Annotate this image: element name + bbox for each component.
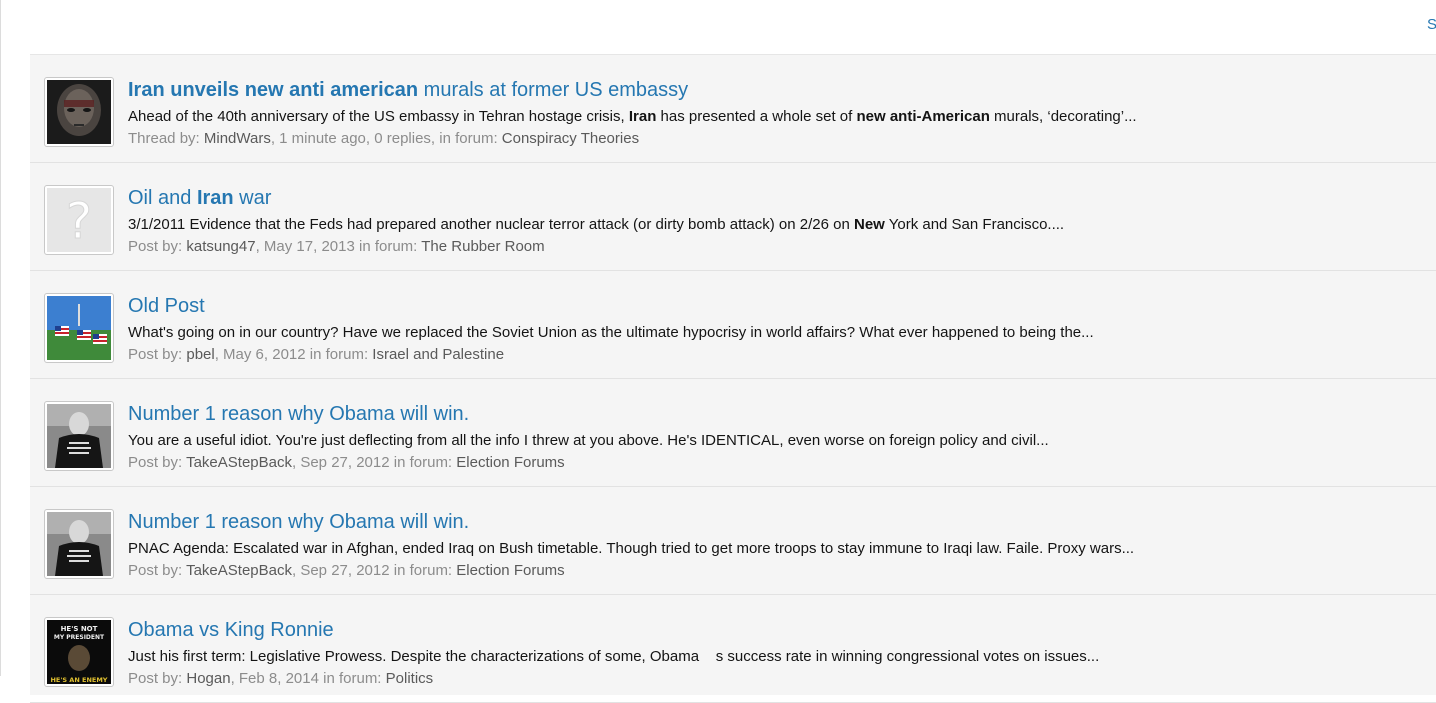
forum-link[interactable]: Conspiracy Theories xyxy=(502,130,639,147)
result-title-link[interactable]: Number 1 reason why Obama will win. xyxy=(128,401,469,427)
meta-date: , Feb 8, 2014 in forum: xyxy=(230,670,386,687)
result-snippet: Ahead of the 40th anniversary of the US … xyxy=(128,107,1137,127)
meta-date: , 1 minute ago, 0 replies, in forum: xyxy=(270,130,502,147)
result-snippet: 3/1/2011 Evidence that the Feds had prep… xyxy=(128,215,1064,235)
author-link[interactable]: TakeAStepBack xyxy=(186,562,292,579)
result-title-text: Number 1 reason why Obama will win. xyxy=(128,403,470,425)
author-link[interactable]: katsung47 xyxy=(186,238,255,255)
meta-label: Post by: xyxy=(128,346,187,363)
result-title-highlight: Iran unveils new anti american xyxy=(128,79,419,101)
result-snippet-text: 3/1/2011 Evidence that the Feds had prep… xyxy=(128,216,854,233)
flags-avatar[interactable] xyxy=(44,293,114,363)
result-meta: Thread by: MindWars, 1 minute ago, 0 rep… xyxy=(128,129,639,149)
meta-date: , Sep 27, 2012 in forum: xyxy=(292,562,457,579)
search-result: Old Post What's going on in our country?… xyxy=(30,271,1436,379)
result-title-text: Number 1 reason why Obama will win. xyxy=(128,511,470,533)
result-snippet: Just his first term: Legislative Prowess… xyxy=(128,647,1099,667)
result-title-link[interactable]: Old Post xyxy=(128,293,205,319)
forum-link[interactable]: The Rubber Room xyxy=(421,238,544,255)
author-link[interactable]: MindWars xyxy=(204,130,271,147)
meta-label: Post by: xyxy=(128,562,187,579)
svg-text:?: ? xyxy=(66,192,93,250)
forum-link[interactable]: Election Forums xyxy=(456,562,564,579)
result-title-text: murals at former US embassy xyxy=(418,79,689,101)
result-snippet-text: murals, ‘decorating’... xyxy=(989,108,1137,125)
result-snippet-text: Just his first term: Legislative Prowess… xyxy=(128,648,1100,665)
result-snippet: You are a useful idiot. You're just defl… xyxy=(128,431,1049,451)
result-title-link[interactable]: Obama vs King Ronnie xyxy=(128,617,334,643)
search-result: Number 1 reason why Obama will win. PNAC… xyxy=(30,487,1436,595)
forum-link[interactable]: Election Forums xyxy=(456,454,564,471)
meta-date: , May 17, 2013 in forum: xyxy=(255,238,422,255)
meta-label: Post by: xyxy=(128,670,187,687)
result-snippet-text: What's going on in our country? Have we … xyxy=(128,324,1094,341)
search-result: HE'S NOT MY PRESIDENT HE'S AN ENEMY Obam… xyxy=(30,595,1436,703)
result-meta: Post by: TakeAStepBack, Sep 27, 2012 in … xyxy=(128,561,565,581)
result-meta: Post by: katsung47, May 17, 2013 in foru… xyxy=(128,237,545,257)
result-title-link[interactable]: Number 1 reason why Obama will win. xyxy=(128,509,469,535)
old-man-avatar[interactable] xyxy=(44,509,114,579)
result-title-text: Obama vs King Ronnie xyxy=(128,619,334,641)
poster-text-line: HE'S AN ENEMY xyxy=(50,676,107,684)
search-result: ? Oil and Iran war 3/1/2011 Evidence tha… xyxy=(30,163,1436,271)
result-title-link[interactable]: Oil and Iran war xyxy=(128,185,271,211)
meta-date: , Sep 27, 2012 in forum: xyxy=(292,454,457,471)
result-snippet-text: York and San Francisco.... xyxy=(884,216,1065,233)
dark-face-avatar[interactable] xyxy=(44,77,114,147)
author-link[interactable]: Hogan xyxy=(186,670,230,687)
meta-label: Post by: xyxy=(128,454,187,471)
meta-label: Thread by: xyxy=(128,130,204,147)
result-title-text: Old Post xyxy=(128,295,205,317)
meta-date: , May 6, 2012 in forum: xyxy=(214,346,373,363)
result-snippet-highlight: new anti-American xyxy=(856,108,990,125)
result-snippet-highlight: New xyxy=(853,216,885,233)
result-meta: Post by: TakeAStepBack, Sep 27, 2012 in … xyxy=(128,453,565,473)
left-border xyxy=(0,0,1,676)
search-result: Number 1 reason why Obama will win. You … xyxy=(30,379,1436,487)
result-snippet-text: has presented a whole set of xyxy=(656,108,857,125)
poster-avatar[interactable]: HE'S NOT MY PRESIDENT HE'S AN ENEMY xyxy=(44,617,114,687)
search-results-list: Iran unveils new anti american murals at… xyxy=(30,54,1436,703)
old-man-avatar[interactable] xyxy=(44,401,114,471)
result-title-text: war xyxy=(233,187,272,209)
top-right-link[interactable]: S xyxy=(1427,16,1436,33)
author-link[interactable]: pbel xyxy=(186,346,214,363)
result-snippet-text: You are a useful idiot. You're just defl… xyxy=(128,432,1049,449)
meta-label: Post by: xyxy=(128,238,187,255)
search-result: Iran unveils new anti american murals at… xyxy=(30,55,1436,163)
result-title-highlight: Iran xyxy=(196,187,234,209)
result-meta: Post by: pbel, May 6, 2012 in forum: Isr… xyxy=(128,345,504,365)
result-snippet-text: Ahead of the 40th anniversary of the US … xyxy=(128,108,629,125)
forum-link[interactable]: Politics xyxy=(386,670,434,687)
result-snippet-highlight: Iran xyxy=(628,108,657,125)
result-title-link[interactable]: Iran unveils new anti american murals at… xyxy=(128,77,688,103)
result-snippet: PNAC Agenda: Escalated war in Afghan, en… xyxy=(128,539,1134,559)
poster-text-line: MY PRESIDENT xyxy=(54,634,105,641)
result-snippet: What's going on in our country? Have we … xyxy=(128,323,1094,343)
question-mark-avatar[interactable]: ? xyxy=(44,185,114,255)
result-meta: Post by: Hogan, Feb 8, 2014 in forum: Po… xyxy=(128,669,433,689)
result-snippet-text: PNAC Agenda: Escalated war in Afghan, en… xyxy=(128,540,1135,557)
forum-link[interactable]: Israel and Palestine xyxy=(372,346,504,363)
poster-text-line: HE'S NOT xyxy=(61,625,98,633)
result-title-text: Oil and xyxy=(128,187,197,209)
author-link[interactable]: TakeAStepBack xyxy=(186,454,292,471)
